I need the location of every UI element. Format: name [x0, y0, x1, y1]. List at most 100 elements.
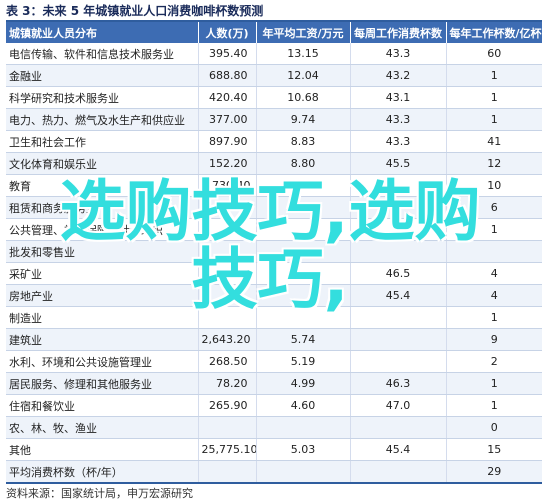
forecast-table: 城镇就业人员分布 人数(万) 年平均工资/万元 每周工作消费杯数 每年工作杯数/…	[6, 20, 542, 484]
cell-wage: 8.80	[256, 152, 351, 175]
cell-yearly-cups: 1	[446, 394, 542, 417]
cell-weekly-cups: 46.3	[350, 372, 447, 395]
cell-wage	[256, 218, 351, 241]
table-row: 卫生和社会工作 897.90 8.83 43.3 41	[6, 130, 542, 153]
cell-weekly-cups: 47.0	[350, 394, 447, 417]
table-row: 公共管理、社会保障和社会组织 1	[6, 218, 542, 241]
cell-weekly-cups	[350, 306, 447, 329]
table-row: 水利、环境和公共设施管理业 268.50 5.19 2	[6, 350, 542, 373]
header-wage: 年平均工资/万元	[256, 22, 351, 43]
cell-yearly-cups: 2	[446, 350, 542, 373]
cell-people: 420.40	[198, 86, 257, 109]
cell-industry: 房地产业	[6, 284, 199, 307]
cell-industry: 采矿业	[6, 262, 199, 285]
cell-industry: 批发和零售业	[6, 240, 199, 263]
cell-industry: 科学研究和技术服务业	[6, 86, 199, 109]
cell-people	[198, 284, 257, 307]
cell-wage: 5.03	[256, 438, 351, 461]
table-row: 批发和零售业	[6, 240, 542, 263]
table-row: 制造业 1	[6, 306, 542, 329]
table-row: 建筑业 2,643.20 5.74 9	[6, 328, 542, 351]
header-people: 人数(万)	[198, 22, 257, 43]
cell-people	[198, 218, 257, 241]
table-row: 平均消费杯数（杯/年） 29	[6, 460, 542, 484]
cell-yearly-cups: 10	[446, 174, 542, 197]
cell-weekly-cups	[350, 460, 447, 484]
cell-yearly-cups: 1	[446, 372, 542, 395]
table-title: 表 3：未来 5 年城镇就业人口消费咖啡杯数预测	[6, 4, 264, 18]
cell-industry: 住宿和餐饮业	[6, 394, 199, 417]
header-industry: 城镇就业人员分布	[6, 22, 199, 43]
cell-weekly-cups	[350, 350, 447, 373]
cell-industry: 电信传输、软件和信息技术服务业	[6, 43, 199, 65]
cell-industry: 建筑业	[6, 328, 199, 351]
cell-wage: 10.68	[256, 86, 351, 109]
cell-people: 2,643.20	[198, 328, 257, 351]
cell-people: 265.90	[198, 394, 257, 417]
source-note: 资料来源：国家统计局，申万宏源研究	[6, 487, 193, 500]
cell-wage	[256, 306, 351, 329]
cell-people	[198, 262, 257, 285]
cell-wage: 13.15	[256, 43, 351, 65]
cell-industry: 其他	[6, 438, 199, 461]
cell-weekly-cups: 43.1	[350, 86, 447, 109]
cell-wage: 8.83	[256, 130, 351, 153]
cell-industry: 文化体育和娱乐业	[6, 152, 199, 175]
table-row: 住宿和餐饮业 265.90 4.60 47.0 1	[6, 394, 542, 417]
cell-industry: 农、林、牧、渔业	[6, 416, 199, 439]
cell-people: 688.80	[198, 64, 257, 87]
cell-weekly-cups: 45.4	[350, 438, 447, 461]
table-row: 金融业 688.80 12.04 43.2 1	[6, 64, 542, 87]
table-row: 农、林、牧、渔业 0	[6, 416, 542, 439]
cell-industry: 金融业	[6, 64, 199, 87]
cell-weekly-cups: 43.3	[350, 43, 447, 65]
table-row: 电力、热力、燃气及水生产和供应业 377.00 9.74 43.3 1	[6, 108, 542, 131]
cell-yearly-cups: 1	[446, 218, 542, 241]
cell-industry: 居民服务、修理和其他服务业	[6, 372, 199, 395]
table-row: 房地产业 45.4 4	[6, 284, 542, 307]
cell-industry: 制造业	[6, 306, 199, 329]
cell-people	[198, 240, 257, 263]
header-yearly-cups: 每年工作杯数/亿杯	[446, 22, 542, 43]
cell-yearly-cups	[446, 240, 542, 263]
cell-wage: 5.19	[256, 350, 351, 373]
cell-wage	[256, 262, 351, 285]
cell-people	[198, 196, 257, 219]
cell-wage: 12.04	[256, 64, 351, 87]
cell-weekly-cups	[350, 218, 447, 241]
cell-people: 78.20	[198, 372, 257, 395]
cell-weekly-cups: 45.5	[350, 152, 447, 175]
cell-industry: 平均消费杯数（杯/年）	[6, 460, 199, 484]
cell-industry: 电力、热力、燃气及水生产和供应业	[6, 108, 199, 131]
cell-weekly-cups	[350, 196, 447, 219]
cell-people	[198, 306, 257, 329]
cell-yearly-cups: 0	[446, 416, 542, 439]
table-row: 教育 1,730.40 10	[6, 174, 542, 197]
cell-yearly-cups: 1	[446, 306, 542, 329]
cell-weekly-cups: 45.4	[350, 284, 447, 307]
table-row: 采矿业 46.5 4	[6, 262, 542, 285]
table-row: 租赁和商务服务业 6	[6, 196, 542, 219]
cell-people: 897.90	[198, 130, 257, 153]
cell-yearly-cups: 15	[446, 438, 542, 461]
cell-wage: 4.60	[256, 394, 351, 417]
cell-yearly-cups: 6	[446, 196, 542, 219]
cell-people: 268.50	[198, 350, 257, 373]
cell-industry: 公共管理、社会保障和社会组织	[6, 218, 199, 241]
cell-yearly-cups: 12	[446, 152, 542, 175]
cell-yearly-cups: 4	[446, 262, 542, 285]
cell-weekly-cups	[350, 174, 447, 197]
cell-weekly-cups	[350, 416, 447, 439]
cell-people: 1,730.40	[198, 174, 257, 197]
cell-wage	[256, 460, 351, 484]
cell-people: 152.20	[198, 152, 257, 175]
table-row: 电信传输、软件和信息技术服务业 395.40 13.15 43.3 60	[6, 43, 542, 65]
cell-people	[198, 460, 257, 484]
table-row: 居民服务、修理和其他服务业 78.20 4.99 46.3 1	[6, 372, 542, 395]
table-header-row: 城镇就业人员分布 人数(万) 年平均工资/万元 每周工作消费杯数 每年工作杯数/…	[6, 22, 542, 43]
cell-yearly-cups: 9	[446, 328, 542, 351]
cell-yearly-cups: 1	[446, 64, 542, 87]
cell-industry: 卫生和社会工作	[6, 130, 199, 153]
cell-yearly-cups: 41	[446, 130, 542, 153]
cell-people: 25,775.10	[198, 438, 257, 461]
